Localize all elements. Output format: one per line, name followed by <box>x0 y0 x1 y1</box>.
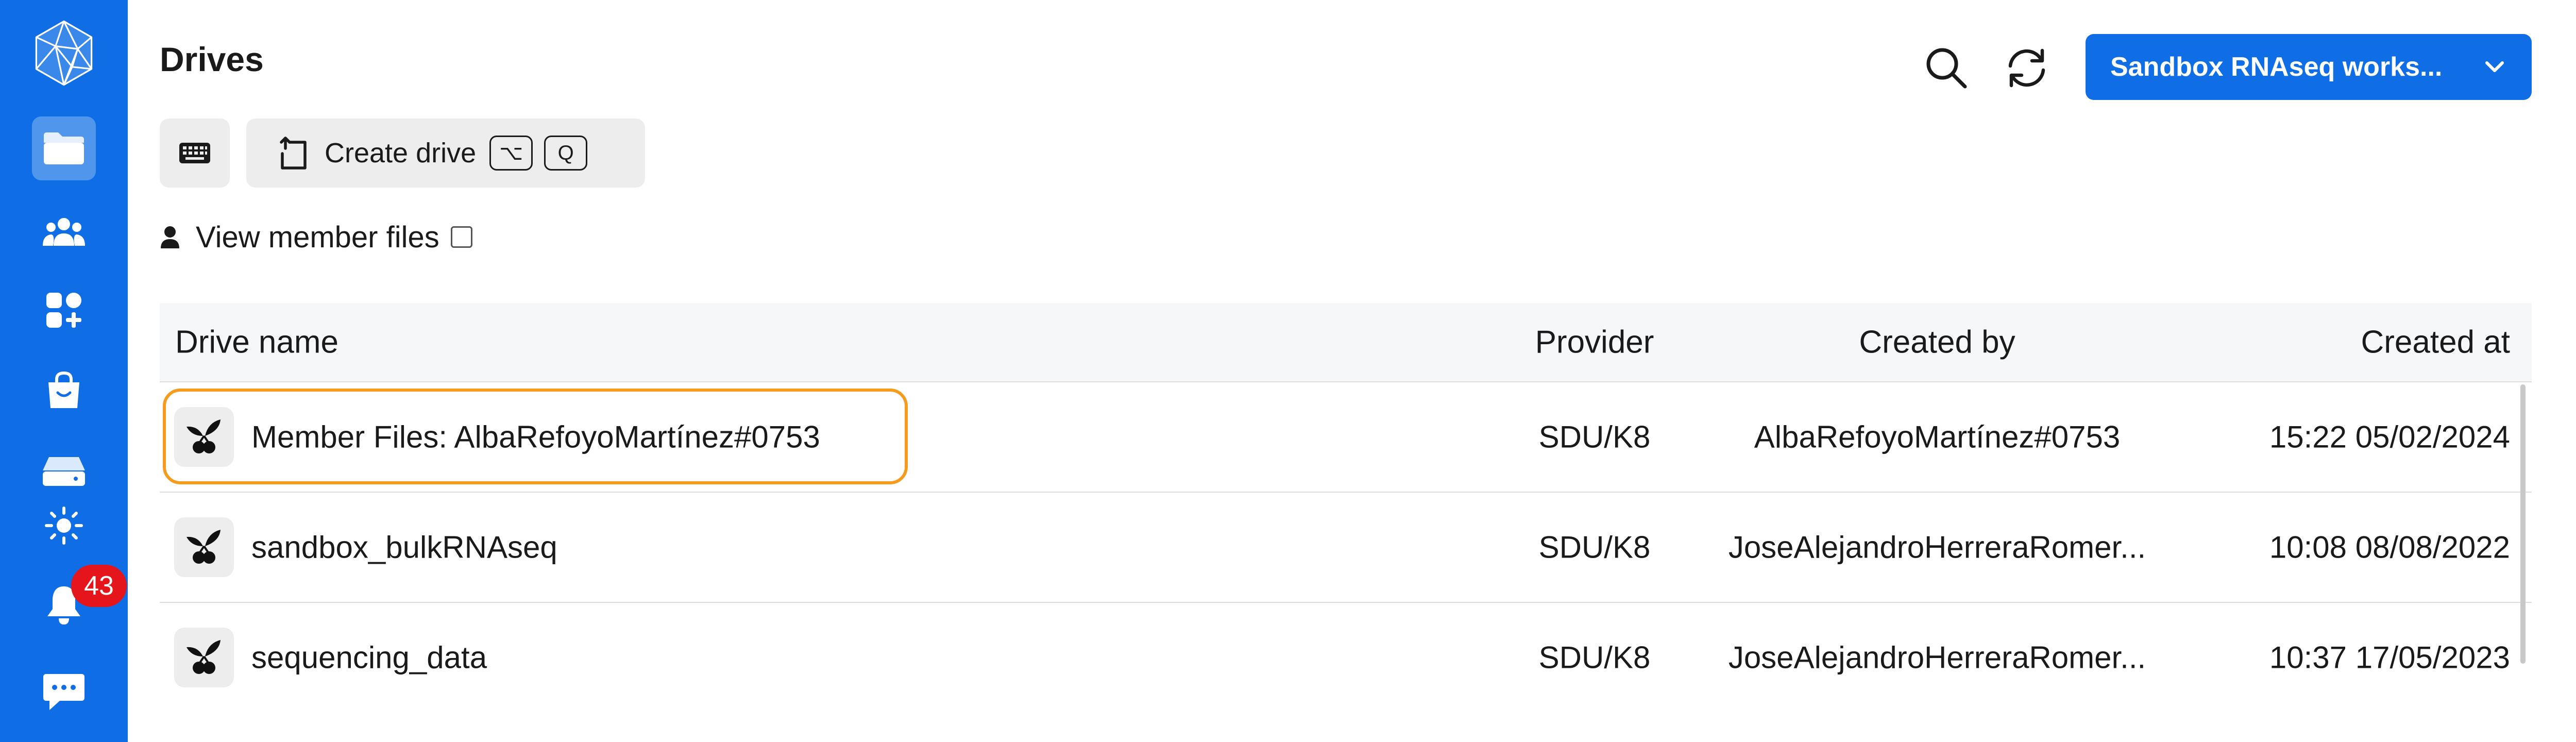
shortcut-key-option: ⌥ <box>489 136 533 171</box>
drive-name: sandbox_bulkRNAseq <box>251 530 557 565</box>
drive-created-at: 10:37 17/05/2023 <box>2269 640 2510 675</box>
drive-name: Member Files: AlbaRefoyoMartínez#0753 <box>251 419 820 454</box>
page-title: Drives <box>160 40 264 78</box>
drive-created-at: 15:22 05/02/2024 <box>2269 419 2510 454</box>
table-row[interactable]: Member Files: AlbaRefoyoMartínez#0753 SD… <box>160 382 2532 493</box>
view-member-files-label: View member files <box>196 220 439 254</box>
user-icon <box>161 226 179 248</box>
column-header-drive-name[interactable]: Drive name <box>175 324 338 361</box>
sidebar-item-theme[interactable] <box>32 494 96 558</box>
column-header-created-at[interactable]: Created at <box>2361 324 2510 361</box>
sidebar-item-apps[interactable] <box>32 278 96 342</box>
sun-icon <box>45 507 83 545</box>
project-selector-label: Sandbox RNAseq works... <box>2110 52 2443 82</box>
drive-provider-icon <box>174 517 234 577</box>
view-member-files-toggle: View member files <box>160 216 472 258</box>
table-scrollbar[interactable] <box>2520 384 2526 664</box>
drives-table: Drive name Provider Created by Created a… <box>160 303 2532 712</box>
sidebar-item-projects[interactable] <box>32 200 96 264</box>
drive-created-by: AlbaRefoyoMartínez#0753 <box>1754 419 2121 454</box>
drive-provider-icon <box>174 628 234 687</box>
create-drive-button[interactable]: Create drive ⌥ Q <box>246 119 645 188</box>
chat-icon <box>43 674 84 710</box>
shopping-bag-icon <box>48 371 79 408</box>
apps-icon <box>46 293 81 328</box>
table-header: Drive name Provider Created by Created a… <box>160 303 2532 382</box>
drive-provider: SDU/K8 <box>1538 640 1651 675</box>
notification-count-badge: 43 <box>71 565 127 607</box>
create-drive-label: Create drive <box>325 138 477 168</box>
hard-drive-icon <box>43 457 85 486</box>
create-drive-icon <box>280 137 307 170</box>
keyboard-shortcuts-button[interactable] <box>160 119 230 188</box>
drive-name: sequencing_data <box>251 640 487 675</box>
search-icon <box>1926 48 1967 89</box>
drive-provider-icon <box>174 407 234 467</box>
column-header-provider[interactable]: Provider <box>1515 324 1674 361</box>
search-button[interactable] <box>1921 42 1972 94</box>
project-selector-button[interactable]: Sandbox RNAseq works... <box>2086 34 2532 100</box>
folder-icon <box>44 132 84 164</box>
shortcut-key-q: Q <box>544 136 588 171</box>
sidebar-item-support[interactable] <box>32 661 96 724</box>
drive-provider: SDU/K8 <box>1538 419 1651 454</box>
sidebar: 43 <box>0 0 128 742</box>
view-member-files-checkbox[interactable] <box>450 226 472 248</box>
ucloud-logo-icon[interactable] <box>29 19 98 88</box>
chevron-down-icon <box>2485 61 2504 72</box>
users-icon <box>43 218 85 246</box>
column-header-created-by[interactable]: Created by <box>1705 324 2169 361</box>
refresh-button[interactable] <box>2001 42 2053 94</box>
refresh-icon <box>2008 48 2045 88</box>
keyboard-icon <box>179 143 210 163</box>
drive-created-by: JoseAlejandroHerreraRomer... <box>1728 530 2146 565</box>
table-row[interactable]: sandbox_bulkRNAseq SDU/K8 JoseAlejandroH… <box>160 493 2532 603</box>
drive-provider: SDU/K8 <box>1538 530 1651 565</box>
app-root: 43 Drives Sandbox RNAseq works... Create… <box>0 0 2576 742</box>
sidebar-item-files[interactable] <box>32 116 96 180</box>
table-row[interactable]: sequencing_data SDU/K8 JoseAlejandroHerr… <box>160 603 2532 712</box>
drive-created-by: JoseAlejandroHerreraRomer... <box>1728 640 2146 675</box>
drive-created-at: 10:08 08/08/2022 <box>2269 530 2510 565</box>
sidebar-item-shop[interactable] <box>32 359 96 423</box>
